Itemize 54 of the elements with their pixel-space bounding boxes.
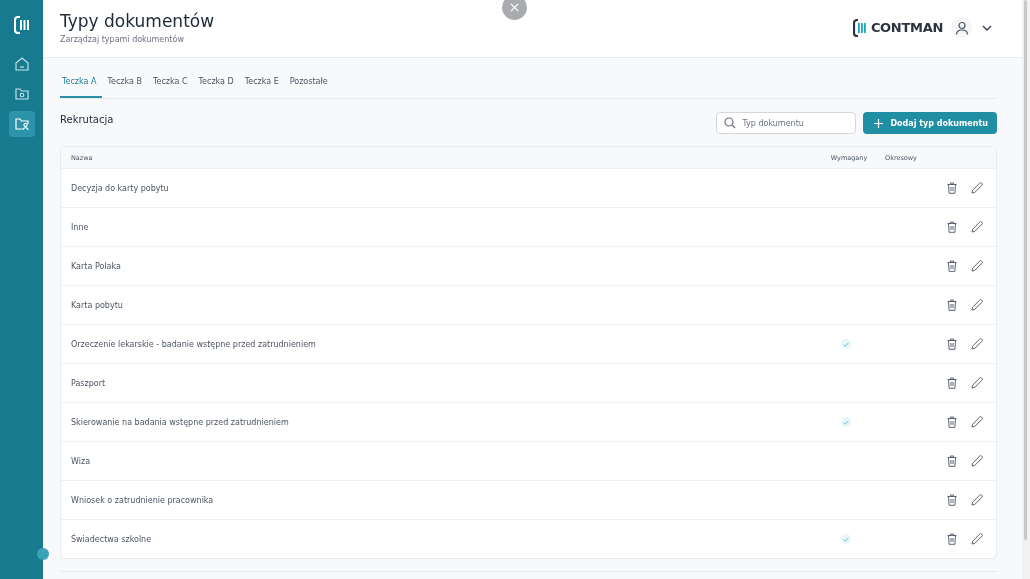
user-avatar[interactable]: [951, 17, 972, 38]
edit-icon[interactable]: [971, 299, 983, 311]
tab[interactable]: Teczka A: [60, 70, 103, 98]
table-cell-text: Skierowanie na badania wstępne przed zatrudnieniem: [70, 417, 290, 427]
edit-icon[interactable]: [971, 416, 983, 428]
delete-icon[interactable]: [947, 533, 957, 545]
folder-user-icon: [13, 116, 30, 132]
section-title: Rekrutacja: [60, 113, 114, 125]
delete-icon[interactable]: [947, 260, 957, 272]
table-cell-text: Wniosek o zatrudnienie pracownika: [70, 495, 215, 505]
page-title: Typy dokumentów: [60, 11, 215, 31]
table-cell-text: Karta Polaka: [70, 261, 122, 271]
logo-icon: [13, 16, 30, 34]
tab[interactable]: Teczka C: [150, 70, 194, 98]
delete-icon[interactable]: [947, 299, 957, 311]
home-icon: [13, 56, 30, 72]
search-icon: [724, 117, 737, 129]
tab[interactable]: Teczka B: [105, 70, 148, 98]
edit-icon[interactable]: [971, 182, 983, 194]
delete-icon[interactable]: [947, 182, 957, 194]
tab[interactable]: Teczka D: [196, 70, 240, 98]
search-field[interactable]: Typ dokumentu: [716, 112, 857, 134]
edit-icon[interactable]: [971, 221, 983, 233]
table-cell-text: Wiza: [70, 456, 92, 466]
plus-icon: [874, 118, 884, 128]
sidebar-item[interactable]: [8, 111, 35, 137]
table-cell-text: Decyzja do karty pobytu: [70, 183, 170, 193]
chevron-down-icon[interactable]: [982, 24, 992, 31]
table-cell-text: Orzeczenie lekarskie - badanie wstępne przed zatrudnieniem: [70, 339, 317, 349]
page-subtitle: Zarządzaj typami dokumentów: [60, 35, 185, 44]
folder-icon: [13, 86, 30, 102]
brand-logo-icon: [852, 18, 867, 37]
edit-icon[interactable]: [971, 455, 983, 467]
delete-icon[interactable]: [947, 221, 957, 233]
edit-icon[interactable]: [971, 338, 983, 350]
expand-handle[interactable]: [37, 548, 49, 560]
edit-icon[interactable]: [971, 260, 983, 272]
scrollbar-thumb[interactable]: [1024, 0, 1027, 540]
table-cell-text: Paszport: [70, 378, 107, 388]
delete-icon[interactable]: [947, 338, 957, 350]
table-cell-text: Karta pobytu: [70, 300, 124, 310]
delete-icon[interactable]: [947, 455, 957, 467]
table-cell-text: Świadectwa szkolne: [70, 534, 153, 544]
tab[interactable]: Pozostałe: [287, 70, 334, 98]
delete-icon[interactable]: [947, 494, 957, 506]
delete-icon[interactable]: [947, 416, 957, 428]
tab[interactable]: Teczka E: [242, 70, 285, 98]
add-document-type-button[interactable]: Dodaj typ dokumentu: [863, 112, 997, 134]
brand-name: CONTMAN: [870, 20, 943, 35]
edit-icon[interactable]: [971, 377, 983, 389]
edit-icon[interactable]: [971, 533, 983, 545]
delete-icon[interactable]: [947, 377, 957, 389]
table-cell-text: Inne: [70, 222, 90, 232]
edit-icon[interactable]: [971, 494, 983, 506]
